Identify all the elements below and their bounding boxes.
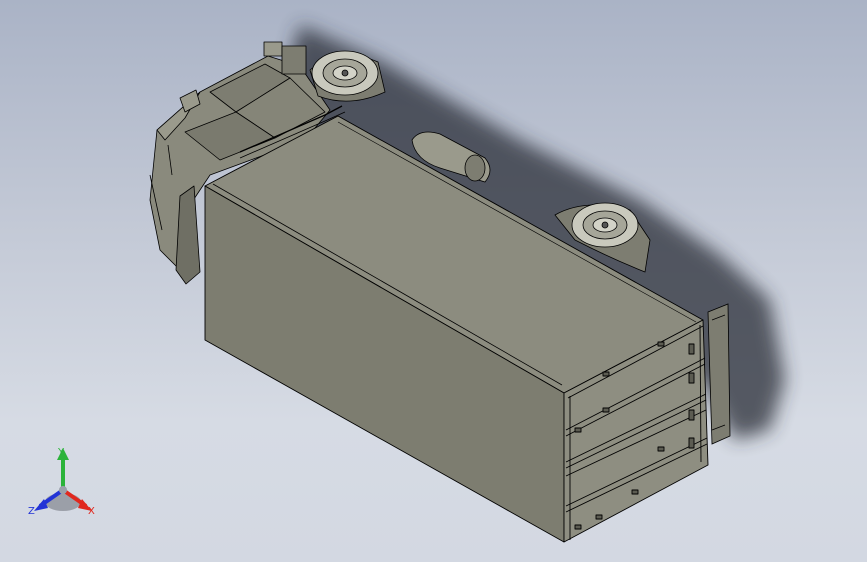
graphics-viewport[interactable]: Y X Z xyxy=(0,0,867,562)
triad-y-label: Y xyxy=(58,447,65,458)
view-orientation-triad[interactable]: Y X Z xyxy=(20,444,110,524)
triad-x-label: X xyxy=(88,506,95,517)
truck-model[interactable] xyxy=(0,0,867,562)
rear-frame[interactable] xyxy=(707,303,731,445)
side-mirror xyxy=(175,185,201,285)
cab-roof-part xyxy=(263,41,283,57)
triad-z-label: Z xyxy=(28,506,35,517)
